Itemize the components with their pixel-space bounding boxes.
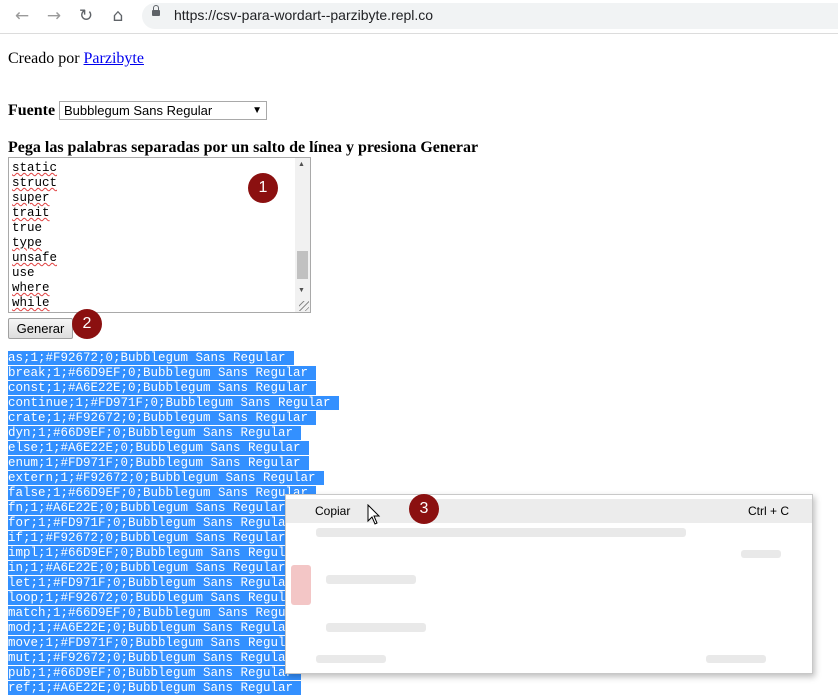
mouse-pointer-icon <box>367 504 381 525</box>
output-line-text: enum;1;#FD971F;0;Bubblegum Sans Regular <box>8 456 309 470</box>
reload-icon[interactable]: ↻ <box>74 5 98 27</box>
output-line-text: if;1;#F92672;0;Bubblegum Sans Regular <box>8 531 294 545</box>
textarea-content: static struct super trait true type unsafe use w… <box>12 161 57 311</box>
output-line-text: ref;1;#A6E22E;0;Bubblegum Sans Regular <box>8 681 302 695</box>
output-line-text: else;1;#A6E22E;0;Bubblegum Sans Regular <box>8 441 309 455</box>
output-line-text: as;1;#F92672;0;Bubblegum Sans Regular <box>8 351 294 365</box>
output-line-text: dyn;1;#66D9EF;0;Bubblegum Sans Regular <box>8 426 302 440</box>
textarea-line: unsafe <box>12 251 58 265</box>
output-line-text: let;1;#FD971F;0;Bubblegum Sans Regular <box>8 576 302 590</box>
font-select[interactable]: Bubblegum Sans Regular ▼ <box>59 101 267 120</box>
output-line[interactable]: crate;1;#F92672;0;Bubblegum Sans Regular <box>8 411 339 426</box>
dropdown-arrow-icon: ▼ <box>252 105 262 116</box>
textarea-line: struct <box>12 176 58 190</box>
lock-icon[interactable] <box>152 5 160 16</box>
textarea-line: type <box>12 236 43 250</box>
browser-toolbar: ← → ↻ ⌂ https://csv-para-wordart--parzib… <box>0 0 838 34</box>
output-line[interactable]: as;1;#F92672;0;Bubblegum Sans Regular <box>8 351 339 366</box>
textarea-line: use <box>12 266 35 280</box>
copy-menu-item[interactable]: Copiar Ctrl + C <box>286 499 812 523</box>
output-line-text: for;1;#FD971F;0;Bubblegum Sans Regular <box>8 516 302 530</box>
blurred-menu-item <box>706 655 766 663</box>
instructions-heading: Pega las palabras separadas por un salto… <box>8 139 479 156</box>
copy-label: Copiar <box>315 504 351 518</box>
output-line-text: mod;1;#A6E22E;0;Bubblegum Sans Regular <box>8 621 302 635</box>
forward-icon[interactable]: → <box>42 5 66 27</box>
output-line-text: loop;1;#F92672;0;Bubblegum Sans Regular <box>8 591 309 605</box>
output-line-text: false;1;#66D9EF;0;Bubblegum Sans Regular <box>8 486 317 500</box>
scroll-down-icon[interactable]: ▼ <box>298 286 305 294</box>
blurred-menu-item <box>326 575 416 584</box>
font-select-value: Bubblegum Sans Regular <box>64 103 213 118</box>
back-icon[interactable]: ← <box>10 5 34 27</box>
output-line-text: match;1;#66D9EF;0;Bubblegum Sans Regular <box>8 606 317 620</box>
blurred-menu-item <box>316 528 686 537</box>
textarea-line: super <box>12 191 50 205</box>
output-line-text: pub;1;#66D9EF;0;Bubblegum Sans Regular <box>8 666 302 680</box>
author-link[interactable]: Parzibyte <box>84 50 144 67</box>
output-line[interactable]: break;1;#66D9EF;0;Bubblegum Sans Regular <box>8 366 339 381</box>
output-line-text: const;1;#A6E22E;0;Bubblegum Sans Regular <box>8 381 317 395</box>
blurred-menu-item <box>326 623 426 632</box>
output-line[interactable]: enum;1;#FD971F;0;Bubblegum Sans Regular <box>8 456 339 471</box>
context-menu: Copiar Ctrl + C <box>285 494 813 674</box>
step-badge-1: 1 <box>248 173 278 203</box>
textarea-line: static <box>12 161 58 175</box>
output-line-text: crate;1;#F92672;0;Bubblegum Sans Regular <box>8 411 317 425</box>
output-line-text: fn;1;#A6E22E;0;Bubblegum Sans Regular <box>8 501 294 515</box>
url-text[interactable]: https://csv-para-wordart--parzibyte.repl… <box>174 7 433 23</box>
output-line[interactable]: ref;1;#A6E22E;0;Bubblegum Sans Regular <box>8 681 339 696</box>
step-badge-3: 3 <box>409 494 439 524</box>
textarea-line: trait <box>12 206 50 220</box>
output-line-text: extern;1;#F92672;0;Bubblegum Sans Regula… <box>8 471 324 485</box>
created-by-text: Creado por <box>8 50 84 67</box>
output-line[interactable]: else;1;#A6E22E;0;Bubblegum Sans Regular <box>8 441 339 456</box>
output-line-text: continue;1;#FD971F;0;Bubblegum Sans Regu… <box>8 396 339 410</box>
step-badge-2: 2 <box>72 309 102 339</box>
output-line-text: in;1;#A6E22E;0;Bubblegum Sans Regular <box>8 561 294 575</box>
address-bar[interactable]: https://csv-para-wordart--parzibyte.repl… <box>142 3 838 29</box>
blurred-menu-item <box>741 550 781 558</box>
textarea-line: while <box>12 296 50 310</box>
generate-button[interactable]: Generar <box>8 318 73 339</box>
home-icon[interactable]: ⌂ <box>106 5 130 27</box>
textarea-line: where <box>12 281 50 295</box>
font-label: Fuente <box>8 102 56 119</box>
copy-shortcut: Ctrl + C <box>747 504 789 518</box>
textarea-scrollbar[interactable]: ▲ ▼ <box>295 158 310 312</box>
blurred-icon <box>291 565 311 605</box>
output-line[interactable]: const;1;#A6E22E;0;Bubblegum Sans Regular <box>8 381 339 396</box>
output-line-text: mut;1;#F92672;0;Bubblegum Sans Regular <box>8 651 302 665</box>
scroll-up-icon[interactable]: ▲ <box>298 160 305 168</box>
output-line[interactable]: dyn;1;#66D9EF;0;Bubblegum Sans Regular <box>8 426 339 441</box>
output-line-text: break;1;#66D9EF;0;Bubblegum Sans Regular <box>8 366 317 380</box>
output-line[interactable]: extern;1;#F92672;0;Bubblegum Sans Regula… <box>8 471 339 486</box>
resize-handle-icon[interactable] <box>299 301 309 311</box>
scroll-thumb[interactable] <box>297 251 308 279</box>
created-by-line: Creado por Parzibyte <box>8 50 144 68</box>
output-line[interactable]: continue;1;#FD971F;0;Bubblegum Sans Regu… <box>8 396 339 411</box>
textarea-line: true <box>12 221 43 235</box>
output-line-text: impl;1;#66D9EF;0;Bubblegum Sans Regular <box>8 546 309 560</box>
blurred-menu-item <box>316 655 386 663</box>
output-line-text: move;1;#FD971F;0;Bubblegum Sans Regular <box>8 636 309 650</box>
